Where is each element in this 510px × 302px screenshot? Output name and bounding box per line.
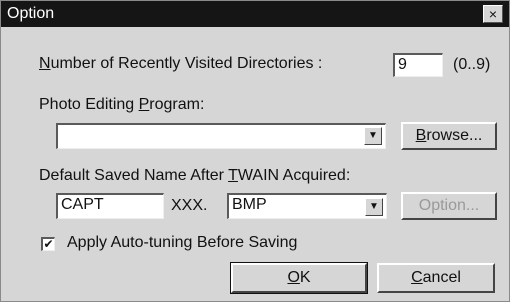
format-select[interactable]: BMP (227, 193, 387, 219)
browse-label: rowse... (426, 127, 483, 144)
photo-program-mnemonic: P (138, 96, 150, 113)
default-name-label-end: WAIN Acquired: (237, 167, 351, 184)
ok-mnemonic: O (287, 269, 300, 286)
browse-mnemonic: B (415, 127, 427, 144)
default-name-mnemonic: T (228, 167, 238, 184)
chevron-down-icon[interactable]: ▼ (365, 198, 383, 216)
close-icon[interactable]: × (483, 5, 503, 23)
cancel-button[interactable]: Cancel (377, 263, 495, 293)
browse-button[interactable]: Browse... (401, 122, 497, 150)
autotune-label: Apply Auto-tuning Before Saving (67, 234, 298, 251)
chevron-down-icon[interactable]: ▼ (364, 127, 382, 145)
photo-program-label-end: rogram: (149, 96, 205, 113)
name-prefix-input[interactable]: CAPT (56, 193, 164, 219)
recent-dirs-range: (0..9) (453, 56, 491, 73)
recent-dirs-mnemonic: N (39, 55, 51, 72)
cancel-label: ancel (422, 269, 461, 286)
cancel-mnemonic: C (411, 269, 423, 286)
default-name-label: Default Saved Name After TWAIN Acquired: (39, 167, 350, 185)
photo-program-label: Photo Editing Program: (39, 96, 204, 114)
photo-program-label-start: Photo Editing (39, 96, 139, 113)
recent-dirs-input[interactable]: 9 (393, 53, 443, 77)
default-name-label-start: Default Saved Name After (39, 167, 229, 184)
autotune-checkbox[interactable]: ✔ (41, 237, 55, 251)
recent-dirs-label-text: umber of Recently Visited Directories : (50, 55, 323, 72)
title-bar: Option × (1, 1, 509, 27)
photo-program-select[interactable] (56, 123, 386, 149)
window-title: Option (7, 5, 55, 22)
option-button[interactable]: Option... (401, 192, 497, 220)
ok-label: K (299, 269, 311, 286)
name-suffix-text: XXX. (171, 197, 208, 214)
recent-dirs-label: Number of Recently Visited Directories : (39, 55, 322, 73)
option-dialog: Option × Number of Recently Visited Dire… (0, 0, 510, 302)
ok-button[interactable]: OK (230, 262, 368, 294)
